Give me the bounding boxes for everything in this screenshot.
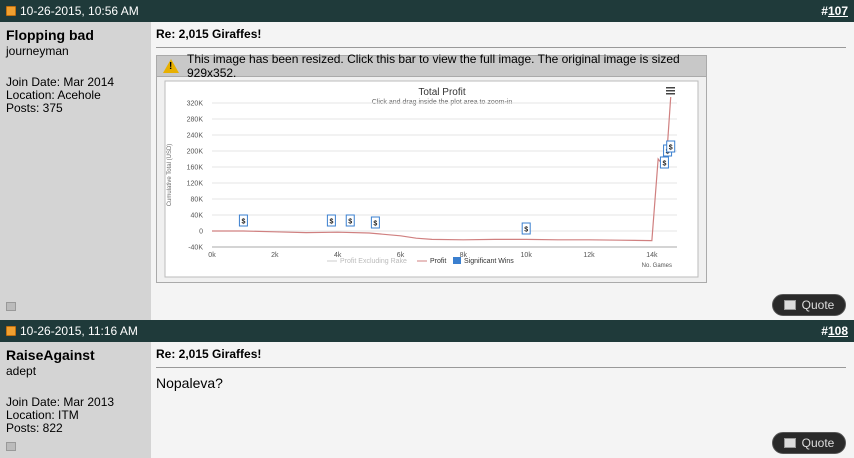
significant-win-marker-label: $	[241, 219, 245, 226]
y-tick-label: 0	[199, 229, 203, 236]
x-axis-corner-label: No. Games	[642, 263, 672, 269]
post-date: 10-26-2015, 10:56 AM	[20, 4, 139, 18]
x-tick-label: 2k	[271, 252, 279, 259]
chart-menu-icon	[666, 87, 675, 89]
significant-win-marker-label: $	[524, 227, 528, 234]
y-tick-label: -40K	[188, 245, 203, 252]
post-number-link[interactable]: 108	[828, 324, 848, 338]
user-title: adept	[6, 364, 37, 378]
x-tick-label: 10k	[521, 252, 533, 259]
legend-item: Profit	[430, 258, 446, 265]
y-tick-label: 280K	[187, 117, 204, 124]
chart-title: Total Profit	[418, 87, 465, 98]
resize-notice: This image has been resized. Click this …	[187, 52, 680, 80]
post-number: #107	[821, 4, 848, 18]
y-tick-label: 240K	[187, 133, 204, 140]
offline-status-icon	[6, 302, 16, 311]
significant-win-marker-label: $	[669, 145, 673, 152]
x-tick-label: 0k	[208, 252, 216, 259]
legend-item: Significant Wins	[464, 258, 514, 265]
user-details: Join Date: Mar 2013 Location: ITM Posts:…	[6, 396, 145, 435]
user-info: Flopping bad journeyman Join Date: Mar 2…	[0, 22, 151, 320]
quote-label: Quote	[801, 298, 835, 312]
post-title: Re: 2,015 Giraffes!	[156, 27, 846, 48]
profit-chart: Total ProfitClick and drag inside the pl…	[164, 80, 699, 278]
chart-image[interactable]: Total ProfitClick and drag inside the pl…	[156, 77, 707, 283]
post-icon	[6, 6, 16, 16]
y-tick-label: 160K	[187, 165, 204, 172]
post-header: 10-26-2015, 10:56 AM #107	[0, 0, 854, 22]
x-tick-label: 12k	[583, 252, 595, 259]
chart-panel	[164, 80, 699, 278]
y-tick-label: 120K	[187, 181, 204, 188]
username[interactable]: Flopping bad	[6, 27, 145, 43]
post-icon	[6, 326, 16, 336]
post-body: RaiseAgainst adept Join Date: Mar 2013 L…	[0, 342, 854, 458]
y-axis-label: Cumulative Total (USD)	[167, 144, 173, 207]
post-count: Posts: 375	[6, 101, 63, 115]
x-tick-label: 14k	[646, 252, 658, 259]
post-number: #108	[821, 324, 848, 338]
y-tick-label: 40K	[191, 213, 204, 220]
offline-status-icon	[6, 442, 16, 451]
username[interactable]: RaiseAgainst	[6, 347, 145, 363]
warning-icon	[163, 59, 179, 73]
post-number-link[interactable]: 107	[828, 4, 848, 18]
y-tick-label: 200K	[187, 149, 204, 156]
post-date: 10-26-2015, 11:16 AM	[20, 324, 138, 338]
quote-button[interactable]: Quote	[772, 294, 846, 316]
post-content: Re: 2,015 Giraffes! Nopaleva? Quote	[151, 342, 854, 458]
post-message: Nopaleva?	[156, 375, 223, 391]
significant-win-marker-label: $	[662, 161, 666, 168]
significant-win-marker-label: $	[329, 219, 333, 226]
legend-swatch	[453, 257, 461, 264]
user-details: Join Date: Mar 2014 Location: Acehole Po…	[6, 76, 145, 115]
post-body: Flopping bad journeyman Join Date: Mar 2…	[0, 22, 854, 320]
chart-menu-icon	[666, 90, 675, 92]
image-resize-bar[interactable]: This image has been resized. Click this …	[156, 52, 707, 80]
significant-win-marker-label: $	[373, 221, 377, 228]
quote-icon	[783, 438, 796, 448]
significant-win-marker-label: $	[348, 219, 352, 226]
post-count: Posts: 822	[6, 421, 63, 435]
chart-menu-icon	[666, 93, 675, 95]
user-title: journeyman	[6, 44, 69, 58]
quote-button[interactable]: Quote	[772, 432, 846, 454]
post-content: Re: 2,015 Giraffes! This image has been …	[151, 22, 854, 320]
user-info: RaiseAgainst adept Join Date: Mar 2013 L…	[0, 342, 151, 458]
quote-icon	[783, 300, 796, 310]
y-tick-label: 320K	[187, 101, 204, 108]
y-tick-label: 80K	[191, 197, 204, 204]
post-header: 10-26-2015, 11:16 AM #108	[0, 320, 854, 342]
post-title: Re: 2,015 Giraffes!	[156, 347, 846, 368]
legend-item: Profit Excluding Rake	[340, 258, 407, 265]
quote-label: Quote	[801, 436, 835, 450]
